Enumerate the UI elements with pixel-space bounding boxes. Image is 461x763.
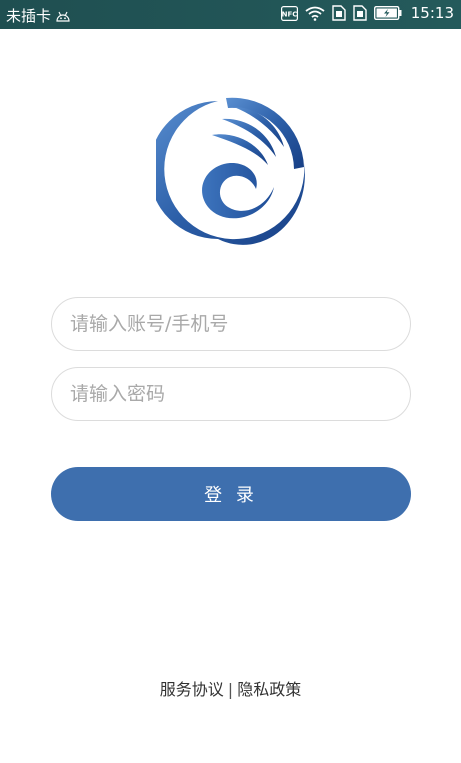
- footer-links: 服务协议 | 隐私政策: [0, 676, 461, 700]
- carrier-label: 未插卡: [6, 7, 52, 25]
- account-input[interactable]: [51, 297, 411, 351]
- login-button[interactable]: 登 录: [51, 467, 411, 521]
- sim1-icon: [332, 5, 346, 21]
- nfc-icon: NFC: [280, 5, 298, 21]
- nfc-label: NFC: [281, 10, 297, 18]
- password-input[interactable]: [51, 367, 411, 421]
- status-bar: 未插卡 NFC 15:13: [0, 0, 461, 29]
- footer-separator: |: [227, 680, 234, 699]
- clock: 15:13: [410, 4, 454, 22]
- status-bar-right: NFC 15:13: [280, 4, 454, 22]
- status-bar-left: 未插卡: [6, 5, 71, 26]
- privacy-policy-link[interactable]: 隐私政策: [237, 676, 301, 700]
- wifi-icon: [305, 6, 325, 21]
- android-debug-icon: [55, 10, 71, 22]
- sim2-icon: [353, 5, 367, 21]
- brand-logo-icon: [149, 95, 306, 245]
- battery-charging-icon: [373, 6, 402, 20]
- service-agreement-link[interactable]: 服务协议: [160, 676, 224, 700]
